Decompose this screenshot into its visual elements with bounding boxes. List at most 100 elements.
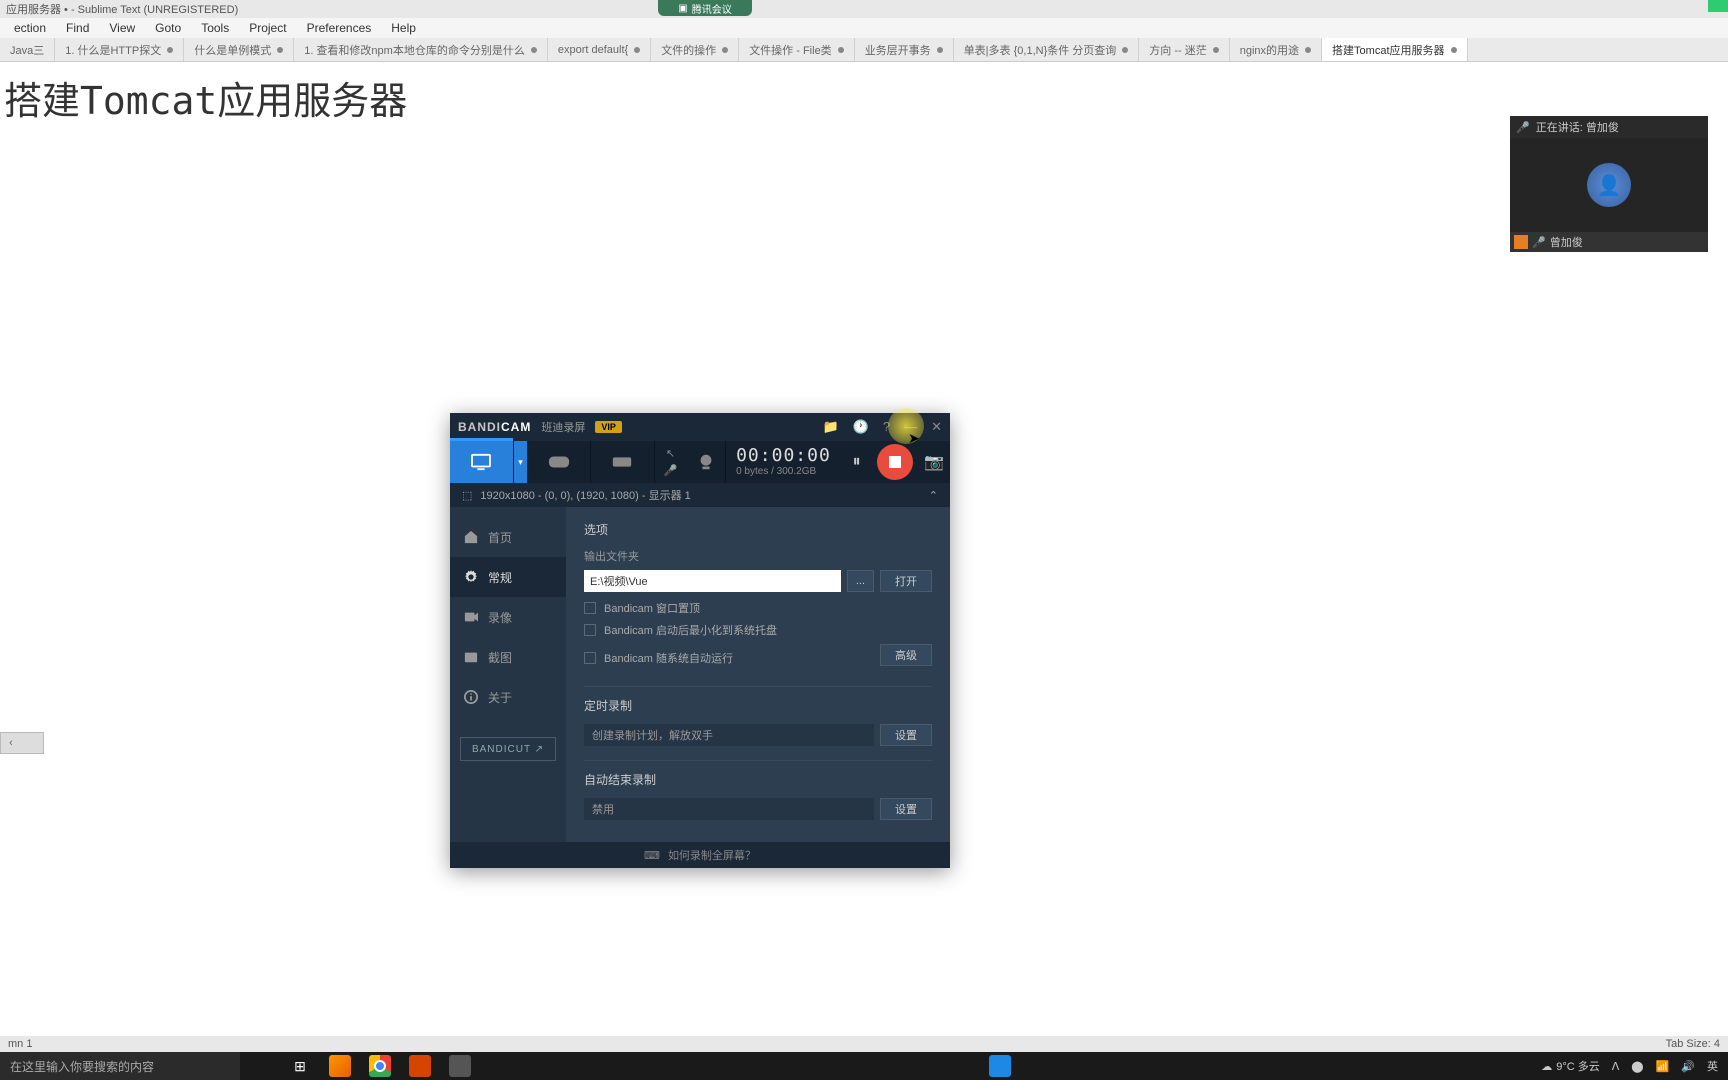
output-folder-label: 输出文件夹 xyxy=(584,548,932,564)
chevron-up-icon[interactable]: ᐱ xyxy=(1612,1060,1620,1073)
output-folder-input[interactable] xyxy=(584,570,841,592)
modified-dot-icon xyxy=(838,47,844,53)
cursor-icon[interactable]: ↖ xyxy=(666,447,675,460)
taskview-icon[interactable]: ⊞ xyxy=(280,1052,320,1080)
ime-indicator[interactable]: 英 xyxy=(1707,1058,1718,1074)
checkbox-icon xyxy=(584,624,596,636)
menu-item[interactable]: ection xyxy=(4,19,56,37)
windows-taskbar[interactable]: 在这里输入你要搜索的内容 ⊞ ☁ 9°C 多云 ᐱ ⬤ 📶 🔊 英 xyxy=(0,1052,1728,1080)
bandicam-titlebar[interactable]: BANDICAM 班迪录屏 VIP 📁 🕐 ? — ✕ xyxy=(450,413,950,441)
tab-label: 搭建Tomcat应用服务器 xyxy=(1332,42,1444,58)
autoend-value: 禁用 xyxy=(584,798,874,820)
audio-toggles[interactable]: ↖🎤 xyxy=(655,441,687,483)
capture-info[interactable]: ⬚ 1920x1080 - (0, 0), (1920, 1080) - 显示器… xyxy=(450,483,950,507)
checkbox-autostart[interactable]: Bandicam 随系统自动运行 xyxy=(584,650,874,666)
mode-dropdown[interactable]: ▾ xyxy=(514,441,528,483)
bandicam-tip[interactable]: ⌨ 如何录制全屏幕？ xyxy=(450,842,950,868)
screenshot-button[interactable]: 📷 xyxy=(918,441,950,483)
video-conference-panel[interactable]: 🎤 正在讲话: 曾加俊 👤 🎤 曾加俊 xyxy=(1510,116,1708,252)
sidebar-item-record[interactable]: 录像 xyxy=(450,597,566,637)
browse-button[interactable]: ... xyxy=(847,570,874,592)
taskbar-chrome[interactable] xyxy=(360,1052,400,1080)
open-button[interactable]: 打开 xyxy=(880,570,932,592)
pause-button[interactable]: ⏸ xyxy=(841,441,873,483)
clock-icon[interactable]: 🕐 xyxy=(853,419,869,435)
chevron-left-icon: ‹ xyxy=(1,737,21,749)
bandicut-link[interactable]: BANDICUT ↗ xyxy=(460,737,556,761)
menu-item[interactable]: Preferences xyxy=(297,19,382,37)
tip-text: 如何录制全屏幕？ xyxy=(668,847,756,863)
tab[interactable]: Java三 xyxy=(0,38,55,61)
checkbox-label: Bandicam 随系统自动运行 xyxy=(604,650,733,666)
network-icon[interactable]: 📶 xyxy=(1656,1060,1670,1073)
menu-item[interactable]: Tools xyxy=(191,19,239,37)
sidebar-item-general[interactable]: 常规 xyxy=(450,557,566,597)
tab[interactable]: 方向 -- 迷茫 xyxy=(1139,38,1229,61)
vc-video: 👤 xyxy=(1510,138,1708,232)
editor-tabs: Java三 1. 什么是HTTP探文 什么是单例模式 1. 查看和修改npm本地… xyxy=(0,38,1728,62)
tencent-meeting-pill[interactable]: ▣ 腾讯会议 xyxy=(658,0,752,16)
sidebar-item-about[interactable]: 关于 xyxy=(450,677,566,717)
tab[interactable]: nginx的用途 xyxy=(1230,38,1322,61)
chevron-up-icon[interactable]: ⌃ xyxy=(929,489,938,502)
tab[interactable]: 什么是单例模式 xyxy=(184,38,294,61)
bandicam-logo: BANDICAM xyxy=(458,420,531,434)
mode-device[interactable] xyxy=(591,441,655,483)
checkbox-minimize[interactable]: Bandicam 启动后最小化到系统托盘 xyxy=(584,622,932,638)
section-autoend: 自动结束录制 xyxy=(584,771,932,788)
menu-item[interactable]: Help xyxy=(381,19,426,37)
status-right[interactable]: Tab Size: 4 xyxy=(1666,1038,1720,1050)
record-button[interactable] xyxy=(873,441,919,483)
weather-widget[interactable]: ☁ 9°C 多云 xyxy=(1541,1058,1600,1074)
tab-label: 什么是单例模式 xyxy=(194,42,271,58)
menu-item[interactable]: Goto xyxy=(145,19,191,37)
sidebar-item-label: 录像 xyxy=(488,609,512,626)
checkbox-icon xyxy=(584,652,596,664)
minimize-icon[interactable]: — xyxy=(904,419,917,435)
system-tray[interactable]: ☁ 9°C 多云 ᐱ ⬤ 📶 🔊 英 xyxy=(1531,1058,1728,1074)
checkbox-label: Bandicam 启动后最小化到系统托盘 xyxy=(604,622,777,638)
tab[interactable]: 1. 什么是HTTP探文 xyxy=(55,38,184,61)
tab[interactable]: 单表|多表 {0,1,N}条件 分页查询 xyxy=(954,38,1140,61)
tray-icon[interactable]: ⬤ xyxy=(1631,1060,1643,1073)
menu-bar[interactable]: ection Find View Goto Tools Project Pref… xyxy=(0,18,1728,38)
settings-button[interactable]: 设置 xyxy=(880,798,932,820)
mic-icon: 🎤 xyxy=(1532,236,1546,249)
advanced-button[interactable]: 高级 xyxy=(880,644,932,666)
sidebar-item-label: 首页 xyxy=(488,529,512,546)
bandicam-body: 首页 常规 录像 截图 关于 BANDICUT ↗ 选项 输出文件夹 ... 打… xyxy=(450,507,950,842)
taskbar-firefox[interactable] xyxy=(320,1052,360,1080)
help-icon[interactable]: ? xyxy=(883,419,890,435)
mode-webcam[interactable] xyxy=(686,441,726,483)
tab[interactable]: 业务层开事务 xyxy=(855,38,954,61)
sidebar-item-label: 关于 xyxy=(488,689,512,706)
sidebar-item-capture[interactable]: 截图 xyxy=(450,637,566,677)
tab[interactable]: 1. 查看和修改npm本地仓库的命令分别是什么 xyxy=(294,38,548,61)
search-input[interactable]: 在这里输入你要搜索的内容 xyxy=(0,1052,240,1080)
close-icon[interactable]: ✕ xyxy=(931,419,942,435)
tab-active[interactable]: 搭建Tomcat应用服务器 xyxy=(1322,38,1467,61)
cortana-icon[interactable] xyxy=(240,1052,280,1080)
volume-icon[interactable]: 🔊 xyxy=(1681,1060,1695,1073)
tab-label: 业务层开事务 xyxy=(865,42,931,58)
tab[interactable]: 文件操作 - File类 xyxy=(739,38,855,61)
taskbar-app[interactable] xyxy=(980,1052,1020,1080)
divider xyxy=(584,760,932,761)
mic-icon[interactable]: 🎤 xyxy=(664,464,678,477)
sidebar-collapse[interactable]: ‹ xyxy=(0,732,44,754)
tab[interactable]: 文件的操作 xyxy=(651,38,739,61)
sidebar-item-home[interactable]: 首页 xyxy=(450,517,566,557)
bandicam-window[interactable]: BANDICAM 班迪录屏 VIP 📁 🕐 ? — ✕ ▾ ↖🎤 00:00:0… xyxy=(450,413,950,868)
taskbar-app[interactable] xyxy=(440,1052,480,1080)
taskbar-app[interactable] xyxy=(400,1052,440,1080)
folder-icon[interactable]: 📁 xyxy=(822,419,838,435)
menu-item[interactable]: Find xyxy=(56,19,99,37)
mode-game[interactable] xyxy=(527,441,591,483)
menu-item[interactable]: View xyxy=(99,19,145,37)
mode-screen[interactable] xyxy=(450,441,514,483)
checkbox-ontop[interactable]: Bandicam 窗口置顶 xyxy=(584,600,932,616)
tab[interactable]: export default{ xyxy=(548,38,651,61)
settings-button[interactable]: 设置 xyxy=(880,724,932,746)
tab-label: export default{ xyxy=(558,44,628,56)
menu-item[interactable]: Project xyxy=(239,19,296,37)
